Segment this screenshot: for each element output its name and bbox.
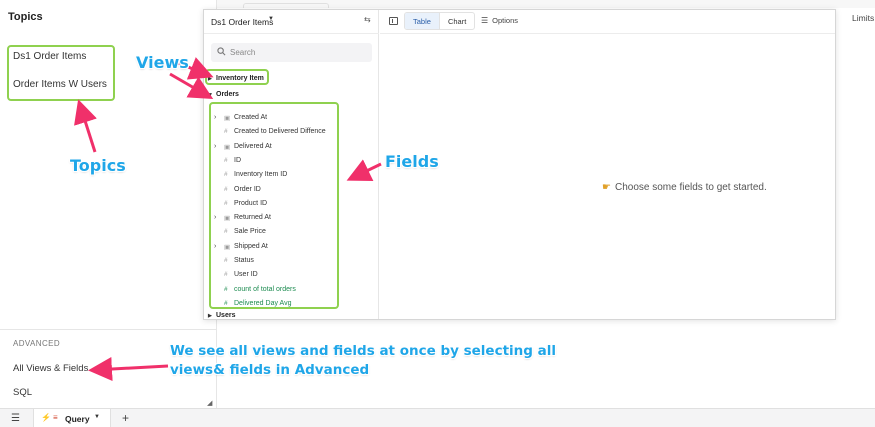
chevron-down-icon[interactable]: ▼ [268, 16, 274, 22]
search-input[interactable] [230, 46, 365, 59]
search-icon [217, 47, 226, 56]
stack-icon: ≡ [53, 413, 58, 422]
limits-link[interactable]: Limits [852, 13, 874, 23]
lightning-icon: ⚡ [41, 413, 51, 422]
add-tab-button[interactable]: + [122, 411, 129, 425]
sidebar-toggle-icon[interactable] [389, 17, 398, 25]
pointing-hand-icon: ☛ [602, 182, 611, 193]
chevron-down-icon: ▼ [208, 92, 213, 98]
advanced-annotation-line2: views& fields in Advanced [170, 362, 370, 378]
hamburger-menu-icon[interactable]: ☰ [11, 413, 20, 424]
advanced-divider [0, 329, 217, 330]
advanced-item-all-views-fields[interactable]: All Views & Fields [13, 363, 88, 374]
collapse-panel-icon[interactable]: ⇆ [364, 15, 371, 24]
topics-highlight-box [7, 45, 115, 101]
topics-annotation: Topics [70, 156, 126, 175]
views-highlight-box [205, 69, 269, 85]
options-label: Options [492, 16, 519, 25]
view-label: Users [216, 312, 236, 319]
topic-select[interactable]: Ds1 Order Items [211, 17, 273, 27]
background-tab-strip [217, 0, 875, 8]
views-annotation: Views [136, 53, 189, 72]
tab-chart[interactable]: Chart [438, 13, 474, 29]
options-button[interactable]: ☰ Options [481, 16, 518, 25]
chevron-right-icon: ▶ [208, 313, 212, 319]
bottom-tab-bar: ☰ ⚡ ≡ Query ▼ + [0, 408, 875, 427]
view-label: Orders [216, 91, 239, 98]
fields-panel-header: Ds1 Order Items ▼ ⇆ [204, 10, 379, 34]
topics-title: Topics [8, 11, 43, 23]
tab-table[interactable]: Table [405, 13, 439, 29]
view-mode-switch: Table Chart [404, 12, 476, 30]
chevron-down-icon[interactable]: ▼ [94, 414, 100, 420]
view-orders[interactable]: ▼ Orders [208, 91, 239, 98]
fields-annotation: Fields [385, 152, 439, 171]
empty-state: ☛ Choose some fields to get started. [602, 182, 767, 193]
tab-query-label: Query [65, 414, 90, 424]
results-toolbar: Table Chart ☰ Options [380, 10, 835, 34]
tab-query[interactable]: ⚡ ≡ Query ▼ [33, 409, 111, 427]
advanced-title: ADVANCED [13, 339, 61, 348]
view-users[interactable]: ▶ Users [208, 312, 235, 319]
background-tab [243, 3, 329, 8]
fields-highlight-box [209, 102, 339, 309]
empty-state-message: Choose some fields to get started. [614, 182, 767, 193]
advanced-item-sql[interactable]: SQL [13, 387, 32, 398]
sliders-icon: ☰ [481, 16, 489, 25]
resize-grip-icon[interactable]: ◢ [207, 399, 212, 407]
search-box[interactable] [211, 43, 372, 62]
advanced-annotation-line1: We see all views and fields at once by s… [170, 343, 557, 359]
